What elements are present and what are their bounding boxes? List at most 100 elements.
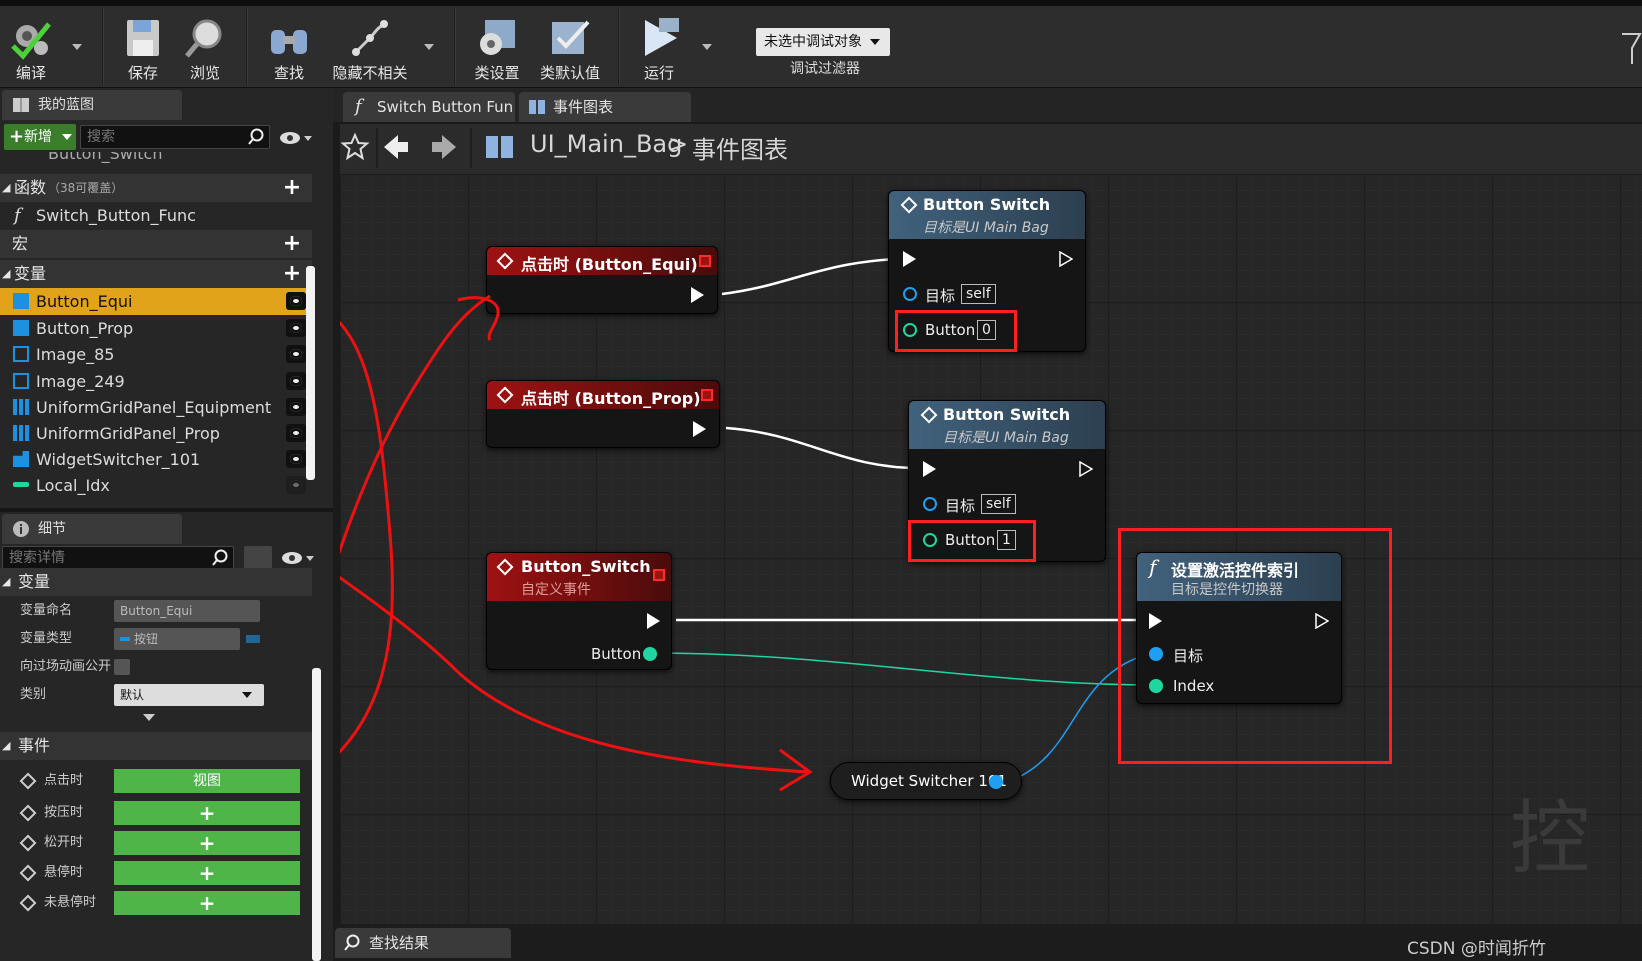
details-search-input[interactable]: 搜索详情 xyxy=(2,546,234,570)
visibility-eye-icon[interactable] xyxy=(286,345,306,363)
class-defaults-button[interactable]: 类默认值 xyxy=(534,10,606,84)
functions-category[interactable]: ◢ 函数 （38可覆盖） + xyxy=(0,174,312,202)
debug-object-select[interactable]: 未选中调试对象 xyxy=(756,28,890,56)
save-disk-icon xyxy=(127,20,159,56)
my-blueprint-tab[interactable]: 我的蓝图 xyxy=(2,90,182,120)
visibility-eye-icon[interactable] xyxy=(286,450,306,468)
grid-view-toggle-icon[interactable] xyxy=(244,546,272,570)
blueprint-search-input[interactable]: 搜索 xyxy=(80,125,270,149)
hide-unrelated-nodes-icon xyxy=(352,20,388,56)
visibility-eye-icon[interactable] xyxy=(286,476,306,494)
play-label: 运行 xyxy=(643,64,674,82)
partial-list-item[interactable]: Button_Switch xyxy=(0,152,312,168)
hide-unrelated-button[interactable]: 隐藏不相关 xyxy=(330,10,410,84)
event-label: 按压时 xyxy=(44,805,84,820)
event-graph-canvas[interactable]: 点击时 (Button_Equi) 点击时 (Button_Prop) Butt… xyxy=(340,174,1642,924)
variable-name-input[interactable]: Button_Equi xyxy=(114,600,260,622)
play-button[interactable]: 运行 xyxy=(628,10,690,84)
container-type-icon[interactable] xyxy=(246,635,260,643)
back-arrow-icon[interactable] xyxy=(382,132,410,162)
view-options-eye-icon[interactable] xyxy=(280,550,320,566)
variable-label: Image_249 xyxy=(36,372,125,391)
add-function-plus-icon[interactable]: + xyxy=(282,177,302,199)
advanced-expand-icon[interactable] xyxy=(143,714,155,721)
compile-button[interactable]: 编译 xyxy=(0,10,62,84)
blueprint-scrollbar[interactable] xyxy=(306,266,315,480)
details-variable-section[interactable]: ◢ 变量 xyxy=(0,568,312,596)
save-label: 保存 xyxy=(127,64,158,82)
variable-item-local-idx[interactable]: Local_Idx xyxy=(0,472,312,499)
variable-label: UniformGridPanel_Equipment xyxy=(36,398,272,417)
graph-border xyxy=(333,124,340,924)
play-dropdown-icon[interactable] xyxy=(702,44,712,50)
compile-dropdown-icon[interactable] xyxy=(72,44,82,50)
variable-name-label: 变量命名 xyxy=(20,603,73,618)
expose-cinematics-checkbox[interactable] xyxy=(114,659,130,675)
tab-label: Switch Button Fun xyxy=(377,98,514,116)
forward-arrow-icon[interactable] xyxy=(430,132,458,162)
filter-funnel-icon[interactable] xyxy=(1620,30,1642,70)
visibility-eye-icon[interactable] xyxy=(286,398,306,416)
nav-separator xyxy=(470,128,472,168)
category-select[interactable]: 默认 xyxy=(114,684,264,706)
event-add-button[interactable]: + xyxy=(114,861,300,885)
event-graph-icon xyxy=(486,136,514,158)
add-macro-plus-icon[interactable]: + xyxy=(282,233,302,255)
visibility-eye-icon[interactable] xyxy=(286,372,306,390)
variable-item-grid-prop[interactable]: UniformGridPanel_Prop xyxy=(0,420,312,447)
breadcrumb-graph[interactable]: 事件图表 xyxy=(692,130,788,165)
class-settings-button[interactable]: 类设置 xyxy=(466,10,528,84)
variable-item-button-prop[interactable]: Button_Prop xyxy=(0,315,312,342)
add-variable-plus-icon[interactable]: + xyxy=(282,263,302,285)
variable-item-button-equi[interactable]: Button_Equi xyxy=(0,288,312,315)
breadcrumb-separator: > xyxy=(668,130,689,158)
event-row-unhovered: 未悬停时 + xyxy=(0,888,312,918)
save-button[interactable]: 保存 xyxy=(112,10,174,84)
event-add-button[interactable]: + xyxy=(114,831,300,855)
event-add-button[interactable]: + xyxy=(114,801,300,825)
function-f-icon: f xyxy=(14,205,21,226)
expose-cinematics-row: 向过场动画公开 xyxy=(0,652,312,682)
tab-switch-button-func[interactable]: f Switch Button Fun xyxy=(343,92,515,122)
event-add-button[interactable]: + xyxy=(114,891,300,915)
hide-unrelated-dropdown-icon[interactable] xyxy=(424,44,434,50)
details-events-section-label: 事件 xyxy=(18,736,51,755)
visibility-eye-icon[interactable] xyxy=(286,424,306,442)
debug-object-value: 未选中调试对象 xyxy=(764,34,862,50)
details-tab[interactable]: 细节 xyxy=(2,514,182,544)
event-label: 悬停时 xyxy=(44,865,84,880)
view-options-eye-icon[interactable] xyxy=(278,130,318,146)
variable-item-widget-switcher[interactable]: WidgetSwitcher_101 xyxy=(0,446,312,473)
panel-splitter[interactable] xyxy=(0,508,333,512)
visibility-eye-icon[interactable] xyxy=(286,292,306,310)
partial-item-label: Button_Switch xyxy=(48,152,163,163)
add-new-button[interactable]: + 新增 xyxy=(4,124,76,150)
variable-type-select[interactable]: 按钮 xyxy=(114,628,240,650)
button-type-icon xyxy=(120,637,130,641)
macros-category[interactable]: 宏 + xyxy=(0,230,312,258)
details-events-section[interactable]: ◢ 事件 xyxy=(0,732,312,760)
function-item[interactable]: f Switch_Button_Func xyxy=(0,202,312,229)
visibility-eye-icon[interactable] xyxy=(286,319,306,337)
favorite-star-icon[interactable] xyxy=(340,132,370,162)
event-view-button[interactable]: 视图 xyxy=(114,769,300,793)
integer-var-icon xyxy=(13,482,29,487)
add-new-label: 新增 xyxy=(24,129,52,145)
graph-navigation-bar: UI_Main_Bag > 事件图表 xyxy=(340,124,1642,174)
tab-event-graph[interactable]: 事件图表 xyxy=(519,92,691,122)
play-triangle-icon xyxy=(645,18,679,56)
functions-override-count: （38可覆盖） xyxy=(48,181,124,195)
breadcrumb-blueprint[interactable]: UI_Main_Bag xyxy=(530,130,682,158)
tab-find-results[interactable]: 查找结果 xyxy=(335,928,511,958)
category-label: 类别 xyxy=(20,687,47,702)
browse-button[interactable]: 浏览 xyxy=(174,10,236,84)
expand-arrow-icon: ◢ xyxy=(2,575,11,588)
annotation-arrows xyxy=(340,294,813,792)
details-scrollbar[interactable] xyxy=(312,668,321,961)
toolbar-separator xyxy=(102,8,104,84)
variable-item-grid-equipment[interactable]: UniformGridPanel_Equipment xyxy=(0,394,312,421)
variables-category[interactable]: ◢ 变量 + xyxy=(0,260,312,288)
find-button[interactable]: 查找 xyxy=(258,10,320,84)
variable-item-image-249[interactable]: Image_249 xyxy=(0,368,312,395)
variable-item-image-85[interactable]: Image_85 xyxy=(0,341,312,368)
